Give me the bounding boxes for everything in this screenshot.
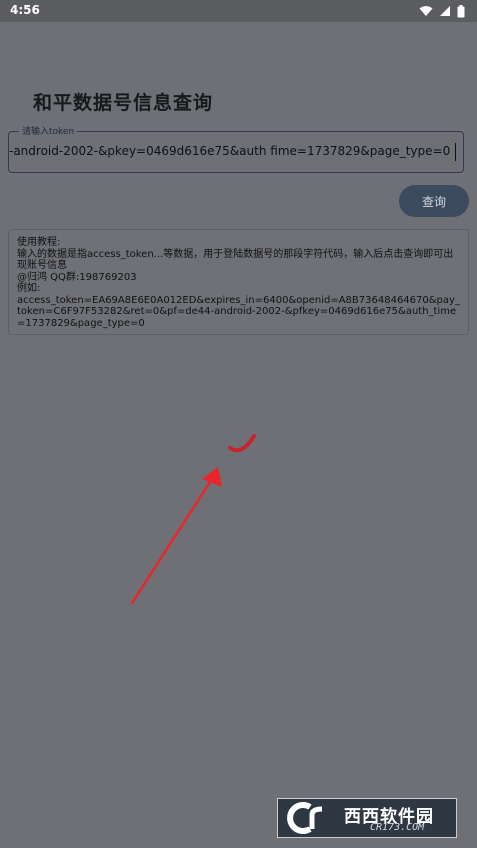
annotation-arrow-icon	[130, 467, 222, 605]
tutorial-box: 使用教程: 输入的数据是指access_token...等数据，用于登陆数据号的…	[8, 229, 469, 335]
loading-spinner-icon	[228, 434, 256, 453]
page-title: 和平数据号信息查询	[33, 92, 214, 114]
text-caret	[455, 143, 456, 161]
query-button[interactable]: 查询	[399, 185, 469, 217]
tutorial-example: access_token=EA69A8E6E0A012ED&expires_in…	[17, 294, 460, 329]
watermark-logo-icon	[287, 802, 323, 834]
tutorial-example-label: 例如:	[17, 283, 41, 294]
status-bar: 4:56	[0, 0, 477, 22]
token-input[interactable]: 请输入token -android-2002-&pkey=0469d616e75…	[8, 124, 464, 173]
status-icons	[419, 3, 465, 19]
tutorial-contact: @归鸿 QQ群:198769203	[17, 271, 137, 283]
watermark-url: CR173.COM	[370, 822, 425, 833]
token-input-value[interactable]: -android-2002-&pkey=0469d616e75&auth fim…	[9, 144, 450, 158]
token-input-label: 请输入token	[19, 124, 78, 137]
watermark-logo: 西西软件园 CR173.COM	[277, 798, 457, 838]
tutorial-heading: 使用教程:	[17, 237, 61, 248]
signal-icon	[440, 6, 450, 16]
status-time: 4:56	[10, 3, 40, 17]
wifi-icon	[419, 6, 433, 16]
tutorial-description: 输入的数据是指access_token...等数据，用于登陆数据号的那段字符代码…	[17, 248, 454, 272]
battery-icon	[457, 4, 465, 17]
